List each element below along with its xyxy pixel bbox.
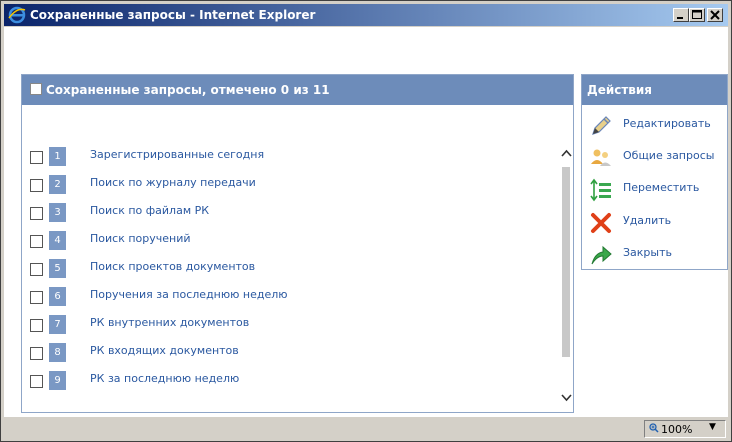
title-bar: Сохраненные запросы - Internet Explorer: [4, 4, 728, 26]
item-checkbox[interactable]: [30, 347, 43, 360]
saved-queries-header: Сохраненные запросы, отмечено 0 из 11: [22, 75, 573, 105]
pencil-icon: [592, 116, 611, 135]
move-list-icon: [590, 178, 611, 202]
close-action[interactable]: Закрыть: [582, 241, 727, 269]
list-item: 7 РК внутренних документов: [22, 313, 552, 341]
item-number: 5: [49, 259, 66, 278]
scroll-thumb[interactable]: [562, 167, 570, 357]
select-all-checkbox[interactable]: [30, 83, 42, 95]
item-checkbox[interactable]: [30, 263, 43, 276]
browser-window: Сохраненные запросы - Internet Explorer …: [0, 0, 732, 442]
list-item: 1 Зарегистрированные сегодня: [22, 145, 552, 173]
item-number: 4: [49, 231, 66, 250]
list-scrollbar[interactable]: [559, 147, 573, 411]
maximize-button[interactable]: [689, 8, 705, 22]
shared-queries-action[interactable]: Общие запросы: [582, 144, 727, 172]
delete-x-icon: [591, 213, 611, 233]
item-link[interactable]: РК входящих документов: [90, 344, 239, 357]
item-number: 3: [49, 203, 66, 222]
item-checkbox[interactable]: [30, 319, 43, 332]
move-action-label: Переместить: [623, 181, 700, 194]
list-item: 8 РК входящих документов: [22, 341, 552, 369]
saved-queries-panel: Сохраненные запросы, отмечено 0 из 11 1 …: [21, 74, 574, 413]
item-number: 6: [49, 287, 66, 306]
actions-title: Действия: [587, 83, 653, 97]
list-item: 6 Поручения за последнюю неделю: [22, 285, 552, 313]
item-link[interactable]: Поиск по файлам РК: [90, 204, 209, 217]
zoom-control[interactable]: 100% ▼: [644, 420, 726, 438]
item-number: 2: [49, 175, 66, 194]
list-item: 9 РК за последнюю неделю: [22, 369, 552, 397]
edit-action-label: Редактировать: [623, 117, 711, 130]
delete-action-label: Удалить: [623, 214, 672, 227]
close-arrow-icon: [591, 245, 612, 265]
window-title: Сохраненные запросы - Internet Explorer: [30, 8, 316, 22]
item-link[interactable]: Зарегистрированные сегодня: [90, 148, 264, 161]
item-checkbox[interactable]: [30, 207, 43, 220]
status-bar: 100% ▼: [4, 418, 728, 440]
item-number: 8: [49, 343, 66, 362]
list-item: 4 Поиск поручений: [22, 229, 552, 257]
delete-action[interactable]: Удалить: [582, 209, 727, 237]
shared-queries-label: Общие запросы: [623, 149, 715, 162]
item-number: 1: [49, 147, 66, 166]
item-number: 9: [49, 371, 66, 390]
page-content: Сохраненные запросы, отмечено 0 из 11 1 …: [4, 27, 728, 417]
minimize-button[interactable]: [673, 8, 689, 22]
item-checkbox[interactable]: [30, 291, 43, 304]
actions-header: Действия: [582, 75, 727, 105]
close-button[interactable]: [707, 8, 723, 22]
close-action-label: Закрыть: [623, 246, 672, 259]
item-link[interactable]: Поиск проектов документов: [90, 260, 255, 273]
actions-panel: Действия Редактировать Общие запросы Пер…: [581, 74, 728, 270]
item-link[interactable]: РК за последнюю неделю: [90, 372, 239, 385]
list-item: 5 Поиск проектов документов: [22, 257, 552, 285]
item-link[interactable]: Поиск поручений: [90, 232, 191, 245]
saved-queries-title: Сохраненные запросы, отмечено 0 из 11: [46, 83, 330, 97]
item-checkbox[interactable]: [30, 179, 43, 192]
item-link[interactable]: РК внутренних документов: [90, 316, 249, 329]
zoom-level: 100%: [661, 423, 693, 436]
item-number: 7: [49, 315, 66, 334]
edit-action[interactable]: Редактировать: [582, 112, 727, 140]
list-item: 2 Поиск по журналу передачи: [22, 173, 552, 201]
internet-explorer-icon: [8, 6, 26, 24]
scroll-up-icon[interactable]: [560, 147, 573, 159]
chevron-down-icon[interactable]: ▼: [709, 422, 716, 432]
item-checkbox[interactable]: [30, 235, 43, 248]
shared-users-icon: [591, 149, 611, 166]
list-item: 3 Поиск по файлам РК: [22, 201, 552, 229]
item-link[interactable]: Поручения за последнюю неделю: [90, 288, 288, 301]
item-link[interactable]: Поиск по журналу передачи: [90, 176, 256, 189]
move-action[interactable]: Переместить: [582, 176, 727, 204]
item-checkbox[interactable]: [30, 151, 43, 164]
item-checkbox[interactable]: [30, 375, 43, 388]
scroll-down-icon[interactable]: [560, 392, 573, 404]
zoom-icon: [649, 423, 659, 433]
